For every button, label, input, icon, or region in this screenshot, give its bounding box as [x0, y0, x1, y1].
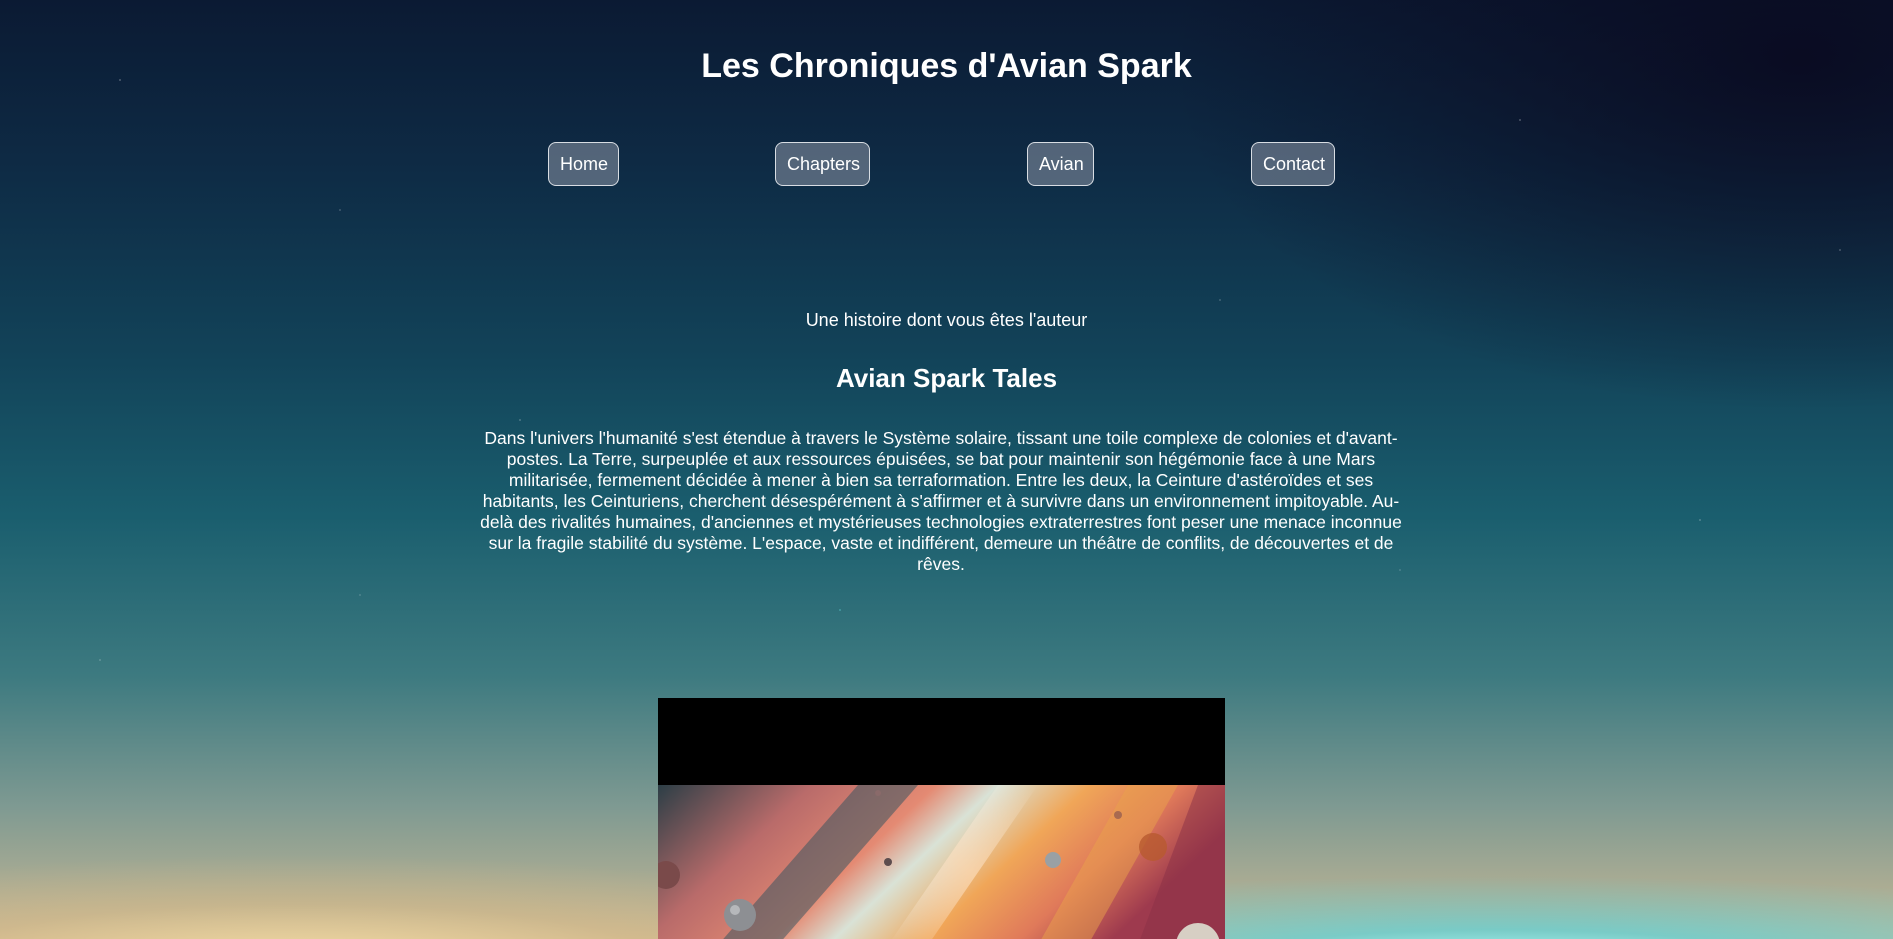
nav-home-button[interactable]: Home — [548, 142, 619, 186]
section-title: Avian Spark Tales — [835, 363, 1058, 393]
main-nav: Home Chapters Avian Contact — [0, 142, 1893, 188]
featured-media[interactable] — [658, 698, 1225, 939]
space-artwork-image — [658, 785, 1225, 939]
nav-chapters-button[interactable]: Chapters — [775, 142, 870, 186]
nav-avian-button[interactable]: Avian — [1027, 142, 1094, 186]
intro-paragraph: Dans l'univers l'humanité s'est étendue … — [480, 428, 1402, 574]
nav-contact-button[interactable]: Contact — [1251, 142, 1335, 186]
tagline: Une histoire dont vous êtes l'auteur — [805, 310, 1088, 330]
site-title: Les Chroniques d'Avian Spark — [701, 47, 1192, 85]
